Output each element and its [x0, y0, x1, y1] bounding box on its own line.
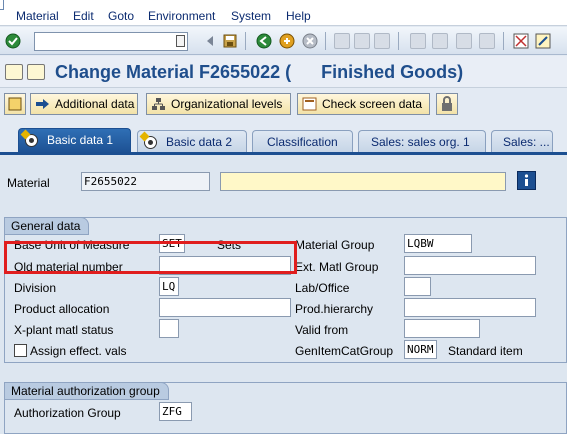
authorization-group: Material authorization group Authorizati…: [4, 382, 567, 434]
tab-content: Material F2655022 General data Base Unit…: [0, 155, 567, 434]
tab-label: Sales: sales org. 1: [371, 135, 470, 149]
general-data-group: General data Base Unit of Measure SET Se…: [4, 217, 567, 363]
display-change-icon[interactable]: [5, 64, 23, 80]
assign-effect-vals-label: Assign effect. vals: [30, 344, 127, 358]
first-page-icon[interactable]: [410, 33, 426, 49]
application-toolbar: Additional data Organizational levels Ch…: [0, 89, 567, 119]
division-label: Division: [14, 281, 57, 295]
prod-hierarchy-label: Prod.hierarchy: [295, 302, 374, 316]
find-icon[interactable]: [354, 33, 370, 49]
previous-page-icon[interactable]: [432, 33, 448, 49]
menu-edit[interactable]: Edit: [73, 9, 94, 23]
prod-hierarchy-field[interactable]: [404, 298, 536, 317]
window-corner: [0, 0, 4, 10]
material-group-label: Material Group: [295, 238, 375, 252]
xplant-status-label: X-plant matl status: [14, 323, 114, 337]
system-toolbar: [0, 27, 567, 55]
menu-material[interactable]: Material: [16, 9, 59, 23]
valid-from-label: Valid from: [295, 323, 349, 337]
ext-matl-group-field[interactable]: [404, 256, 536, 275]
authorization-group-field[interactable]: ZFG: [159, 402, 192, 421]
menu-bar: Material Edit Goto Environment System He…: [0, 0, 567, 26]
organizational-levels-label: Organizational levels: [171, 97, 283, 111]
help-icon[interactable]: [535, 33, 551, 49]
title-bar: Change Material F2655022 ( Finished Good…: [0, 56, 567, 88]
check-screen-icon: [302, 97, 317, 111]
check-screen-data-button[interactable]: Check screen data: [297, 93, 430, 115]
tab-strip: Basic data 1 Basic data 2 Classification…: [0, 127, 567, 154]
org-structure-icon: [151, 97, 166, 111]
gen-item-cat-group-text: Standard item: [448, 344, 523, 358]
highlight-box: [4, 241, 297, 274]
xplant-status-field[interactable]: [159, 319, 179, 338]
arrow-right-icon: [35, 97, 50, 111]
authorization-group-label: Authorization Group: [14, 406, 121, 420]
material-description-field[interactable]: [220, 172, 506, 191]
authorization-group-title: Material authorization group: [4, 382, 169, 400]
command-field[interactable]: [34, 32, 188, 51]
tab-label: Basic data 1: [47, 133, 114, 147]
additional-data-label: Additional data: [55, 97, 135, 111]
product-allocation-label: Product allocation: [14, 302, 110, 316]
material-group-field[interactable]: LQBW: [404, 234, 472, 253]
tab-basic-data-2[interactable]: Basic data 2: [137, 130, 247, 153]
layout-menu-icon[interactable]: [513, 33, 529, 49]
additional-data-button[interactable]: Additional data: [30, 93, 138, 115]
tab-sales-org-1[interactable]: Sales: sales org. 1: [358, 130, 486, 153]
lock-button[interactable]: [436, 93, 458, 115]
command-dropdown-icon[interactable]: [176, 35, 185, 47]
organizational-levels-button[interactable]: Organizational levels: [146, 93, 291, 115]
menu-system[interactable]: System: [231, 9, 271, 23]
next-page-icon[interactable]: [456, 33, 472, 49]
save-icon[interactable]: [222, 33, 238, 49]
menu-goto[interactable]: Goto: [108, 9, 134, 23]
other-material-icon[interactable]: [27, 64, 45, 80]
valid-from-field[interactable]: [404, 319, 480, 338]
print-icon[interactable]: [334, 33, 350, 49]
back-icon[interactable]: [256, 33, 272, 49]
tab-classification[interactable]: Classification: [252, 130, 353, 153]
back-arrow-icon[interactable]: [202, 33, 218, 49]
menu-help[interactable]: Help: [286, 9, 311, 23]
division-field[interactable]: LQ: [159, 277, 179, 296]
gen-item-cat-group-label: GenItemCatGroup: [295, 344, 394, 358]
info-icon[interactable]: [517, 171, 536, 190]
tab-basic-data-1[interactable]: Basic data 1: [18, 128, 131, 154]
enter-check-icon[interactable]: [5, 33, 21, 49]
find-next-icon[interactable]: [374, 33, 390, 49]
gen-item-cat-group-field[interactable]: NORM: [404, 340, 437, 359]
cancel-icon[interactable]: [302, 33, 318, 49]
material-label: Material: [7, 176, 50, 190]
lab-office-field[interactable]: [404, 277, 431, 296]
check-screen-data-label: Check screen data: [322, 97, 423, 111]
page-title: Change Material F2655022 ( Finished Good…: [55, 62, 464, 82]
exit-icon[interactable]: [279, 33, 295, 49]
material-number-field: F2655022: [81, 172, 210, 191]
product-allocation-field[interactable]: [159, 298, 291, 317]
tab-label: Classification: [267, 135, 338, 149]
assign-effect-vals-checkbox[interactable]: [14, 344, 27, 357]
ext-matl-group-label: Ext. Matl Group: [295, 260, 379, 274]
tab-label: Basic data 2: [166, 135, 233, 149]
lab-office-label: Lab/Office: [295, 281, 350, 295]
last-page-icon[interactable]: [479, 33, 495, 49]
tab-sales-more[interactable]: Sales: ...: [491, 130, 553, 153]
select-views-button[interactable]: [4, 93, 26, 115]
general-data-title: General data: [4, 217, 90, 235]
menu-environment[interactable]: Environment: [148, 9, 215, 23]
tab-label: Sales: ...: [503, 135, 550, 149]
